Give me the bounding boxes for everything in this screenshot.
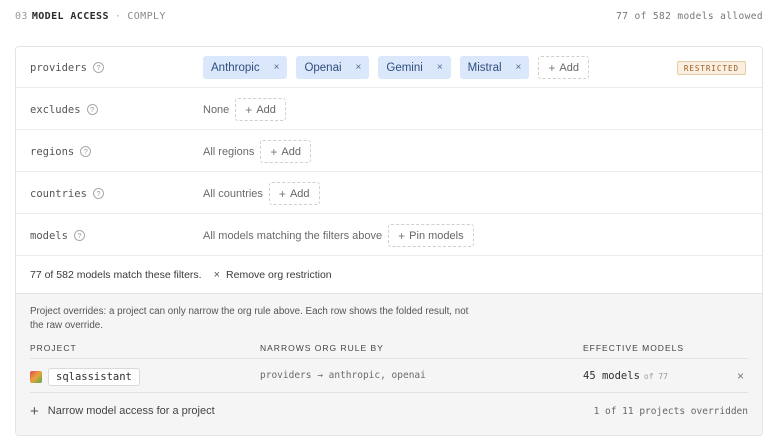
- providers-row: providers ? Anthropic × Openai × Gemini …: [16, 47, 762, 88]
- table-row: sqlassistant providers → anthropic, open…: [30, 361, 748, 393]
- project-overrides-panel: Project overrides: a project can only na…: [16, 294, 762, 435]
- filter-summary: 77 of 582 models match these filters. × …: [16, 257, 762, 294]
- chip-remove-icon[interactable]: ×: [437, 62, 443, 73]
- project-avatar-icon: [30, 371, 42, 383]
- plus-icon: +: [278, 186, 286, 201]
- help-icon[interactable]: ?: [92, 62, 104, 73]
- provider-chip-gemini: Gemini ×: [378, 56, 451, 79]
- pin-models-button[interactable]: + Pin models: [388, 224, 474, 247]
- countries-row: countries ? All countries + Add: [16, 173, 762, 214]
- help-icon[interactable]: ?: [86, 104, 98, 115]
- effective-models-total: of 77: [643, 372, 668, 381]
- effective-models-cell: 45 models of 77: [583, 370, 668, 382]
- excludes-row: excludes ? None + Add: [16, 89, 762, 130]
- add-country-label: Add: [289, 187, 310, 200]
- plus-icon: +: [548, 60, 556, 75]
- providers-label-text: providers: [30, 61, 87, 74]
- narrow-project-access-label: Narrow model access for a project: [47, 405, 215, 417]
- regions-value: All regions: [203, 145, 255, 158]
- add-region-button[interactable]: + Add: [260, 140, 311, 163]
- models-label: models ?: [30, 215, 85, 256]
- add-provider-button[interactable]: + Add: [538, 56, 589, 79]
- provider-chip-anthropic: Anthropic ×: [203, 56, 288, 79]
- column-header-project: PROJECT: [30, 343, 77, 353]
- models-value: All models matching the filters above: [203, 229, 383, 242]
- section-subtitle: COMPLY: [127, 10, 166, 22]
- remove-org-restriction-button[interactable]: × Remove org restriction: [214, 269, 332, 281]
- project-name[interactable]: sqlassistant: [48, 368, 140, 386]
- model-access-card: providers ? Anthropic × Openai × Gemini …: [15, 46, 763, 436]
- regions-row: regions ? All regions + Add: [16, 131, 762, 172]
- pin-models-label: Pin models: [409, 229, 464, 242]
- chip-label: Mistral: [467, 61, 502, 74]
- plus-icon: +: [398, 228, 406, 243]
- regions-label-text: regions: [30, 145, 75, 158]
- countries-label: countries ?: [30, 173, 104, 214]
- plus-icon: +: [270, 144, 278, 159]
- section-title: MODEL ACCESS: [31, 10, 109, 22]
- models-label-text: models: [30, 229, 68, 242]
- excludes-value-group: None + Add: [203, 89, 286, 130]
- add-region-label: Add: [281, 145, 301, 158]
- regions-value-group: All regions + Add: [203, 131, 311, 172]
- restricted-badge: RESTRICTED: [676, 61, 746, 75]
- models-value-group: All models matching the filters above + …: [203, 215, 474, 256]
- narrow-project-access-button[interactable]: + Narrow model access for a project: [30, 403, 215, 420]
- help-icon[interactable]: ?: [73, 230, 85, 241]
- narrows-value: providers → anthropic, openai: [260, 370, 426, 381]
- countries-value: All countries: [203, 187, 263, 200]
- chip-remove-icon[interactable]: ×: [274, 62, 280, 73]
- regions-label: regions ?: [30, 131, 92, 172]
- section-title-group: 03 MODEL ACCESS · COMPLY: [15, 11, 166, 22]
- countries-label-text: countries: [30, 187, 87, 200]
- overrides-footer: + Narrow model access for a project 1 of…: [30, 398, 748, 424]
- filter-summary-text: 77 of 582 models match these filters.: [30, 269, 202, 281]
- overrides-count: 1 of 11 projects overridden: [593, 405, 748, 417]
- chip-label: Anthropic: [211, 61, 260, 74]
- add-exclude-button[interactable]: + Add: [235, 98, 286, 121]
- remove-override-icon[interactable]: ×: [737, 369, 744, 383]
- excludes-label-text: excludes: [30, 103, 81, 116]
- chip-label: Gemini: [386, 61, 423, 74]
- help-icon[interactable]: ?: [80, 146, 92, 157]
- chip-label: Openai: [304, 61, 342, 74]
- plus-icon: +: [245, 102, 253, 117]
- section-number: 03: [15, 10, 28, 22]
- providers-chips: Anthropic × Openai × Gemini × Mistral × …: [203, 47, 589, 88]
- chip-remove-icon[interactable]: ×: [356, 62, 362, 73]
- countries-value-group: All countries + Add: [203, 173, 320, 214]
- effective-models-value: 45 models: [583, 370, 640, 382]
- plus-icon: +: [30, 402, 39, 420]
- overrides-description: Project overrides: a project can only na…: [30, 306, 469, 331]
- column-header-effective: EFFECTIVE MODELS: [583, 343, 685, 353]
- column-header-narrows: NARROWS ORG RULE BY: [260, 343, 384, 353]
- excludes-label: excludes ?: [30, 89, 98, 130]
- add-exclude-label: Add: [256, 103, 276, 116]
- excludes-value: None: [203, 103, 230, 116]
- chip-remove-icon[interactable]: ×: [516, 62, 522, 73]
- help-icon[interactable]: ?: [92, 188, 104, 199]
- project-cell: sqlassistant: [30, 368, 140, 386]
- remove-org-restriction-label: Remove org restriction: [226, 269, 332, 281]
- section-header: 03 MODEL ACCESS · COMPLY 77 of 582 model…: [15, 6, 763, 26]
- models-allowed-count: 77 of 582 models allowed: [616, 10, 763, 22]
- title-separator: ·: [114, 10, 122, 22]
- provider-chip-mistral: Mistral ×: [459, 56, 530, 79]
- providers-label: providers ?: [30, 47, 104, 88]
- overrides-table-header: PROJECT NARROWS ORG RULE BY EFFECTIVE MO…: [30, 343, 748, 359]
- models-row: models ? All models matching the filters…: [16, 215, 762, 256]
- add-provider-label: Add: [559, 61, 579, 74]
- close-icon: ×: [213, 269, 221, 281]
- provider-chip-openai: Openai ×: [296, 56, 370, 79]
- add-country-button[interactable]: + Add: [268, 182, 320, 205]
